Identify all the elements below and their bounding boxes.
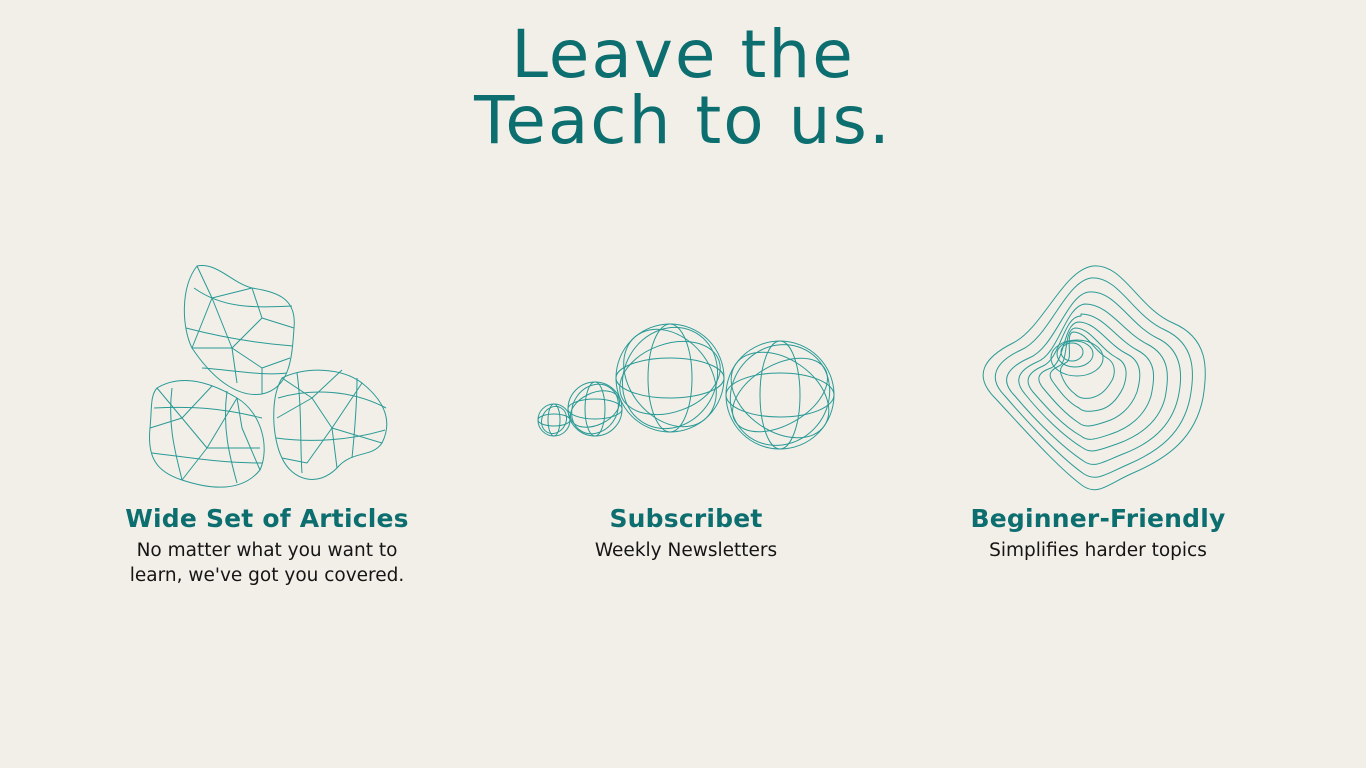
contour-lines-icon [933,258,1263,494]
feature-card-subscribe: Subscribet Weekly Newsletters [521,258,851,563]
feature-card-beginner: Beginner-Friendly Simplifies harder topi… [933,258,1263,563]
feature-title: Subscribet [609,504,763,533]
feature-description: Weekly Newsletters [594,540,778,561]
feature-title: Wide Set of Articles [125,504,409,533]
feature-description: No matter what you want to learn, we've … [129,540,405,586]
feature-title: Beginner-Friendly [970,504,1226,533]
feature-card-articles: Wide Set of Articles No matter what you … [102,258,432,588]
feature-description: Simplifies harder topics [989,540,1207,561]
hero-title-line-1: Leave the [511,16,855,93]
hero-title: Leave the Teach to us. [0,22,1366,154]
polyhedron-cluster-icon [102,258,432,494]
hero-title-line-2: Teach to us. [474,82,892,159]
wireframe-spheres-icon [521,258,851,494]
